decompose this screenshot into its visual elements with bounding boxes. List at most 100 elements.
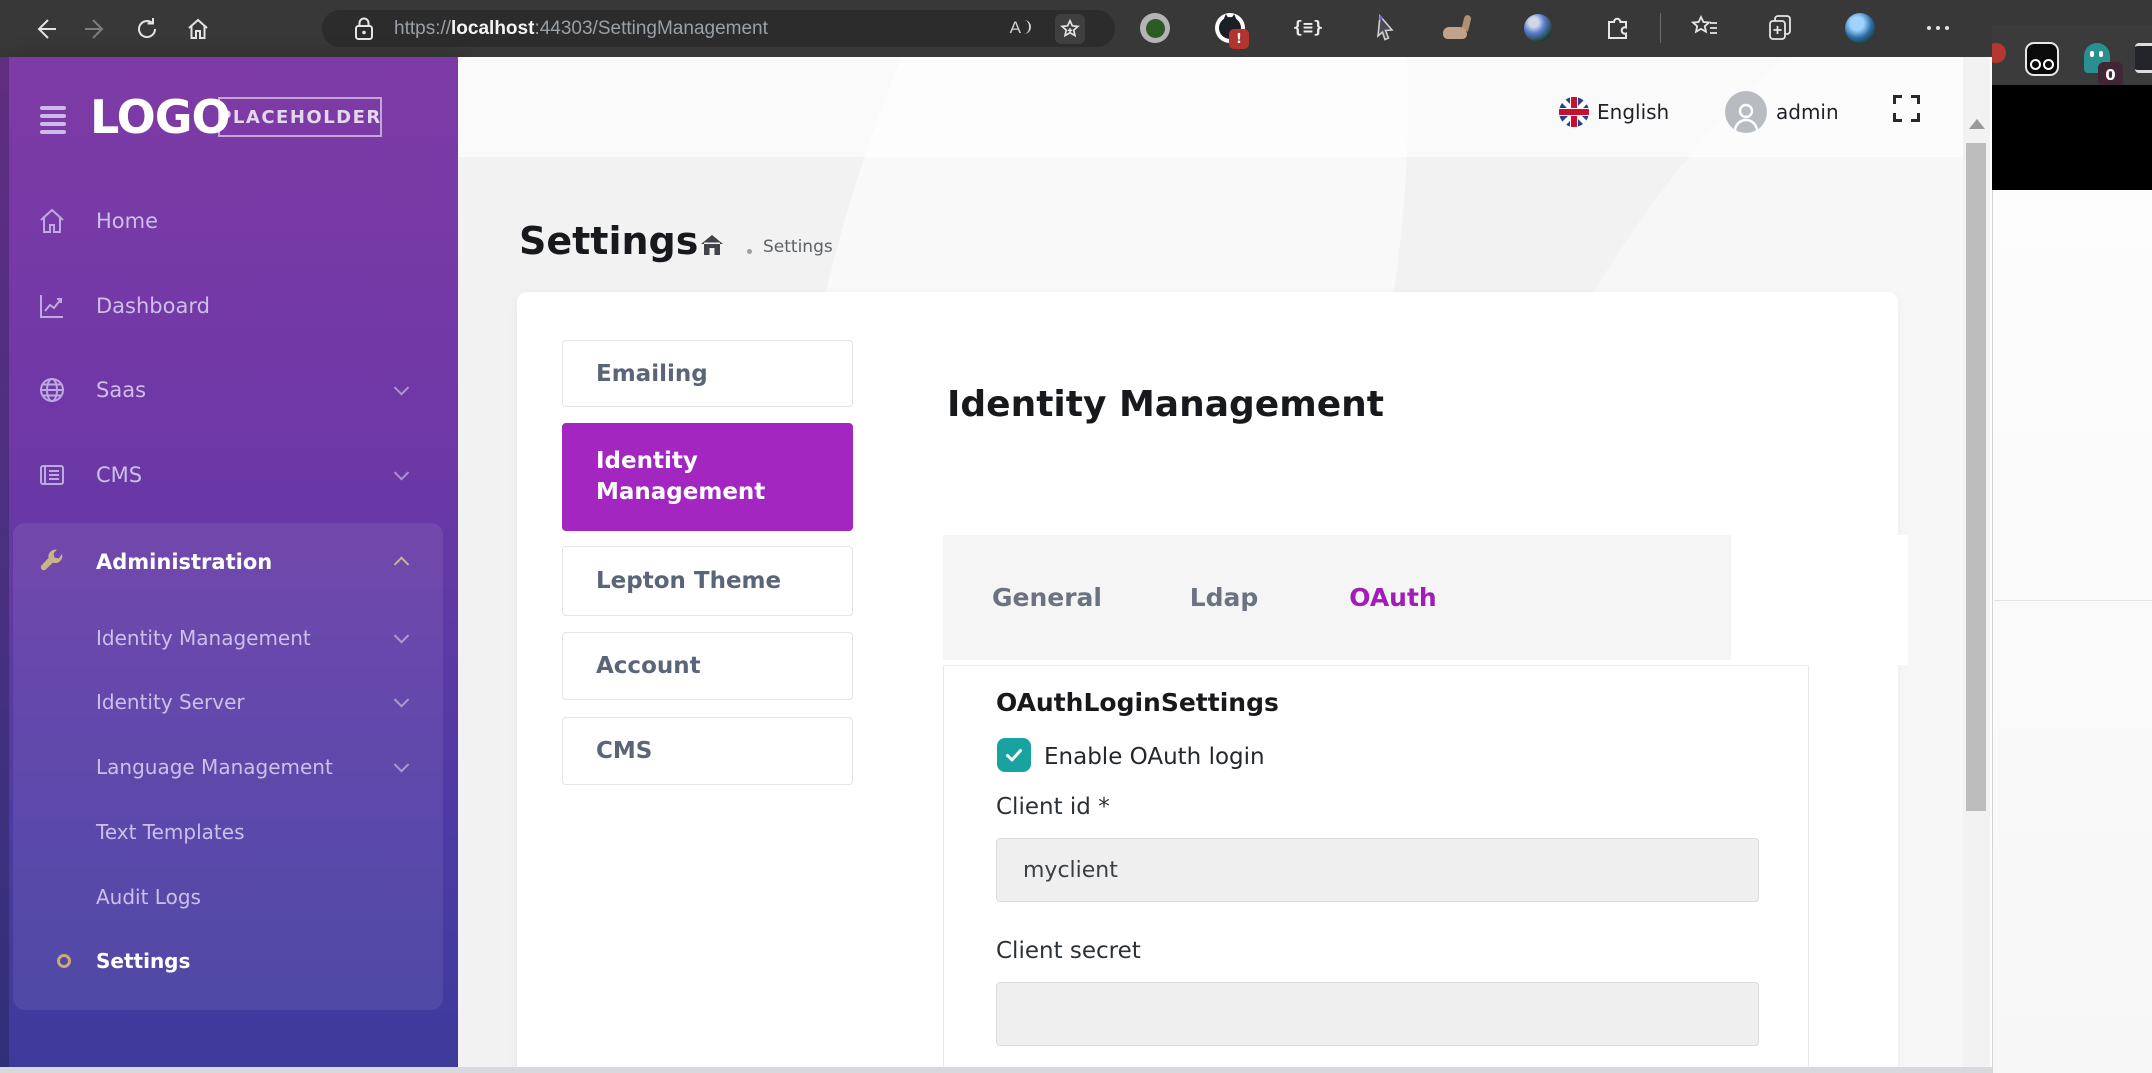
settings-nav-account[interactable]: Account <box>562 632 853 700</box>
forward-icon <box>83 16 109 42</box>
newspaper-icon <box>37 460 67 490</box>
sidebar-item-administration[interactable]: Administration <box>0 534 458 590</box>
sidebar-subitem-settings[interactable]: Settings <box>0 937 458 985</box>
logo[interactable]: LOGO <box>90 90 230 144</box>
enable-oauth-checkbox[interactable] <box>997 738 1031 772</box>
green-circle-icon <box>1140 13 1170 43</box>
back-button[interactable] <box>30 14 60 44</box>
scrollbar-up-arrow[interactable] <box>1969 119 1985 129</box>
clipped-extension-icon <box>2135 43 2152 73</box>
scrollbar-thumb[interactable] <box>1966 143 1986 811</box>
extension-json-formatter[interactable]: {≡} <box>1293 13 1323 43</box>
wrench-icon <box>37 547 67 577</box>
home-button[interactable] <box>183 14 213 44</box>
settings-nav-cms[interactable]: CMS <box>562 717 853 785</box>
sidebar-item-home[interactable]: Home <box>0 193 458 249</box>
sidebar-item-cms[interactable]: CMS <box>0 447 458 503</box>
settings-nav-label: Account <box>596 653 701 679</box>
forward-button[interactable] <box>81 14 111 44</box>
chevron-down-icon <box>394 757 410 773</box>
window-bottom-edge <box>0 1067 1992 1073</box>
scrollbar[interactable] <box>1963 57 1990 1067</box>
sidebar-item-label: Home <box>96 209 158 233</box>
chevron-down-icon <box>394 465 410 481</box>
background-window-toolbar: 0 <box>1992 25 2152 85</box>
sidebar-subitem-identity-management[interactable]: Identity Management <box>0 614 458 662</box>
ellipsis-icon <box>1927 26 1949 30</box>
user-name: admin <box>1776 100 1839 124</box>
refresh-button[interactable] <box>132 14 162 44</box>
uk-flag-icon <box>1559 97 1589 127</box>
url-scheme: https:// <box>394 18 451 39</box>
check-icon <box>1003 744 1025 766</box>
braces-icon: {≡} <box>1293 18 1324 38</box>
read-aloud-button[interactable]: A <box>1010 18 1031 38</box>
address-bar[interactable]: https://localhost:44303/SettingManagemen… <box>322 10 1115 47</box>
sidebar-subitem-language-management[interactable]: Language Management <box>0 743 458 791</box>
settings-nav-emailing[interactable]: Emailing <box>562 340 853 407</box>
extensions-menu-button[interactable] <box>1603 13 1633 43</box>
client-id-input[interactable] <box>996 838 1759 902</box>
active-tab-background <box>1731 535 1908 665</box>
section-title: OAuthLoginSettings <box>996 688 1279 717</box>
panel-title: Identity Management <box>947 384 1384 425</box>
favorites-button[interactable] <box>1690 13 1720 43</box>
sidebar-subitem-text-templates[interactable]: Text Templates <box>0 808 458 856</box>
extension-duck[interactable] <box>1442 13 1472 43</box>
github-error-badge: ! <box>1229 29 1249 49</box>
extension-github[interactable]: ! <box>1215 13 1245 43</box>
chevron-down-icon <box>394 628 410 644</box>
github-icon: ! <box>1215 13 1245 43</box>
extension-sphere[interactable] <box>1523 13 1553 43</box>
client-secret-input[interactable] <box>996 982 1759 1046</box>
sidebar-subitem-label: Language Management <box>96 755 333 779</box>
profile-button[interactable] <box>1845 13 1875 43</box>
settings-nav-lepton-theme[interactable]: Lepton Theme <box>562 546 853 616</box>
chevron-down-icon <box>394 380 410 396</box>
settings-menu-button[interactable] <box>1923 13 1953 43</box>
user-menu[interactable]: admin <box>1725 91 1839 133</box>
enable-oauth-label: Enable OAuth login <box>1044 744 1265 770</box>
language-selector[interactable]: English <box>1559 97 1669 127</box>
client-secret-label: Client secret <box>996 938 1141 964</box>
extension-selector[interactable] <box>1370 13 1400 43</box>
menu-toggle-button[interactable] <box>40 106 66 138</box>
breadcrumb-home-icon[interactable] <box>699 233 725 261</box>
sidebar-subitem-label: Text Templates <box>96 820 245 844</box>
collections-button[interactable] <box>1766 13 1796 43</box>
puzzle-icon <box>1604 14 1632 42</box>
extension-green-circle[interactable] <box>1140 13 1170 43</box>
page-content: English admin Settings Settings Emailing… <box>458 57 1963 1067</box>
user-avatar-icon <box>1725 91 1767 133</box>
url-text[interactable]: https://localhost:44303/SettingManagemen… <box>394 18 768 40</box>
tab-ldap[interactable]: Ldap <box>1190 535 1259 660</box>
page-title: Settings <box>519 219 698 263</box>
settings-nav-label: Emailing <box>596 361 708 387</box>
toolbar-divider <box>1660 13 1661 43</box>
tab-general[interactable]: General <box>992 535 1102 660</box>
red-extension-icon <box>1992 43 2006 63</box>
fullscreen-button[interactable] <box>1893 95 1920 122</box>
browser-window: https://localhost:44303/SettingManagemen… <box>0 0 1992 1073</box>
settings-nav-identity-management[interactable]: Identity Management <box>562 423 853 531</box>
browser-toolbar: https://localhost:44303/SettingManagemen… <box>0 0 1992 57</box>
background-window-dark-area <box>1992 85 2152 190</box>
binoculars-extension-icon[interactable] <box>2025 42 2059 76</box>
cursor-arrow-icon <box>1372 14 1398 42</box>
collections-icon <box>1767 14 1795 42</box>
tab-oauth[interactable]: OAuth <box>1349 535 1436 660</box>
background-window: 0 <box>1992 0 2152 1073</box>
add-favorite-button[interactable] <box>1055 14 1085 44</box>
sidebar-subitem-identity-server[interactable]: Identity Server <box>0 678 458 726</box>
url-path: :44303/SettingManagement <box>534 18 767 39</box>
chevron-up-icon <box>394 556 410 572</box>
profile-avatar <box>1845 13 1875 43</box>
language-label: English <box>1597 100 1669 124</box>
sidebar-item-label: Dashboard <box>96 294 210 318</box>
settings-card: Emailing Identity Management Lepton Them… <box>517 292 1898 1067</box>
background-window-titlebar <box>1992 0 2152 25</box>
sidebar-item-dashboard[interactable]: Dashboard <box>0 278 458 334</box>
sidebar-subitem-audit-logs[interactable]: Audit Logs <box>0 873 458 921</box>
star-lines-icon <box>1691 15 1719 41</box>
sidebar-item-saas[interactable]: Saas <box>0 362 458 418</box>
